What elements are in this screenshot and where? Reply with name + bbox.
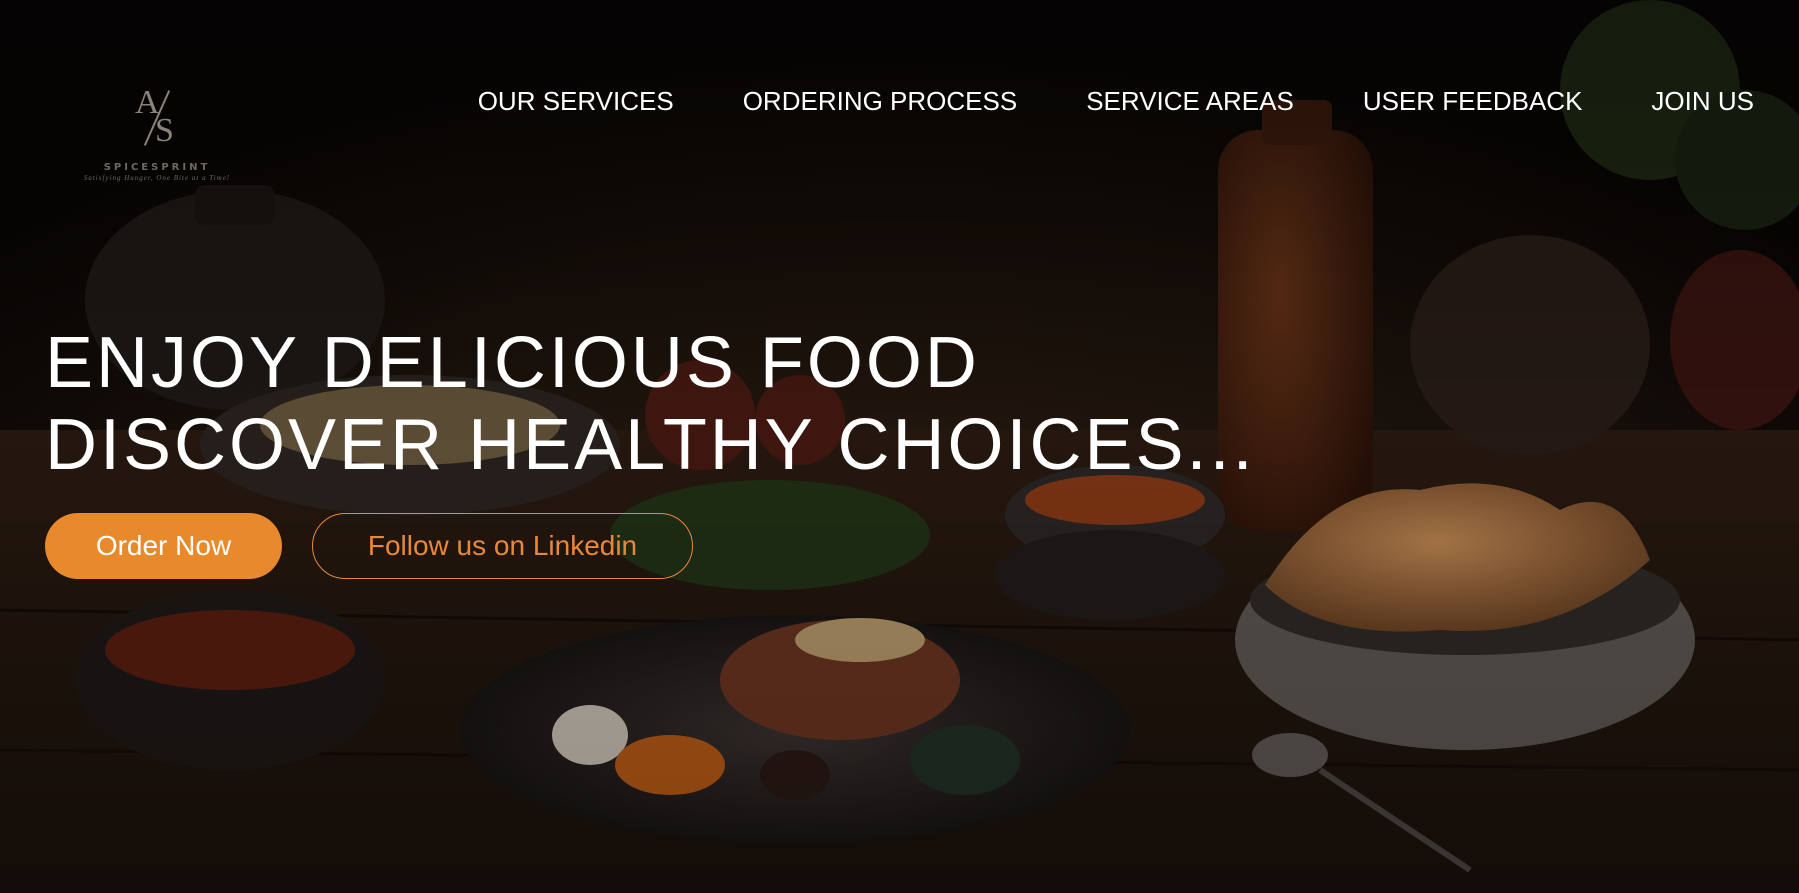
nav-item-join-us[interactable]: JOIN US [1651,86,1754,116]
logo-letter-s: S [155,112,174,149]
follow-linkedin-button[interactable]: Follow us on Linkedin [312,513,693,579]
brand-tagline: Satisfying Hunger, One Bite at a Time! [83,174,231,182]
hero-headline-line-2: DISCOVER HEALTHY CHOICES... [45,405,1256,485]
brand-name: SPICESPRINT [103,162,211,173]
main-nav: OUR SERVICES ORDERING PROCESS SERVICE AR… [478,86,1754,116]
hero-headline-line-1: ENJOY DELICIOUS FOOD [45,323,980,403]
brand-logo[interactable]: A S SPICESPRINT Satisfying Hunger, One B… [72,84,242,194]
logo-monogram: A S [127,84,187,148]
order-now-button[interactable]: Order Now [45,513,282,579]
nav-item-service-areas[interactable]: SERVICE AREAS [1086,86,1294,116]
hero-section: A S SPICESPRINT Satisfying Hunger, One B… [0,0,1799,893]
nav-item-our-services[interactable]: OUR SERVICES [478,86,674,116]
nav-item-user-feedback[interactable]: USER FEEDBACK [1363,86,1583,116]
hero-headline: ENJOY DELICIOUS FOOD DISCOVER HEALTHY CH… [45,322,1256,486]
nav-item-ordering-process[interactable]: ORDERING PROCESS [743,86,1018,116]
